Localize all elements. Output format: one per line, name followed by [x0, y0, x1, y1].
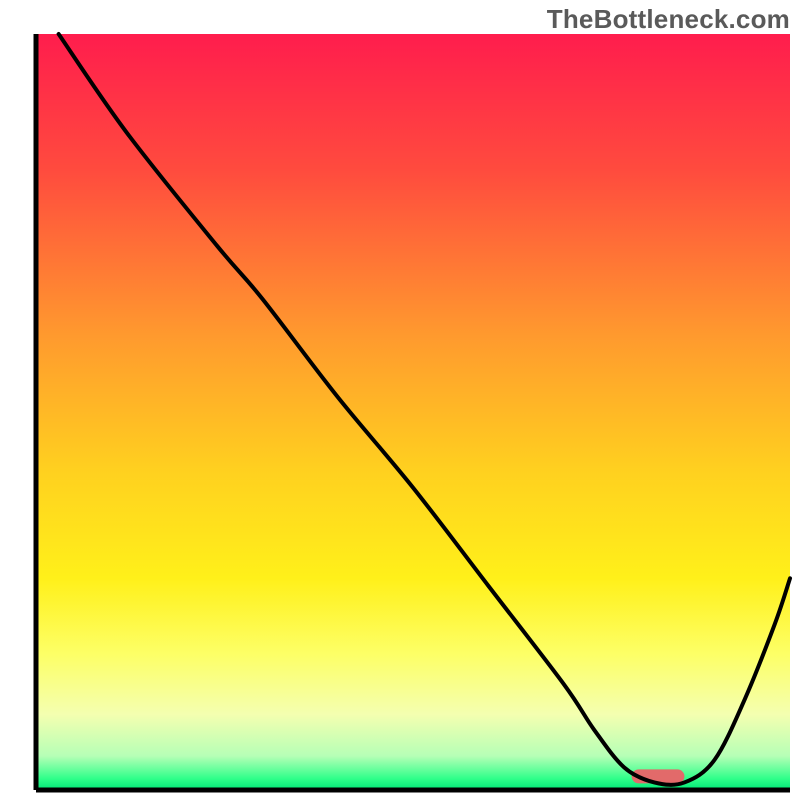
chart-stage: TheBottleneck.com — [0, 0, 800, 800]
watermark-text: TheBottleneck.com — [547, 4, 790, 35]
plot-background — [36, 34, 790, 790]
bottleneck-chart — [0, 0, 800, 800]
